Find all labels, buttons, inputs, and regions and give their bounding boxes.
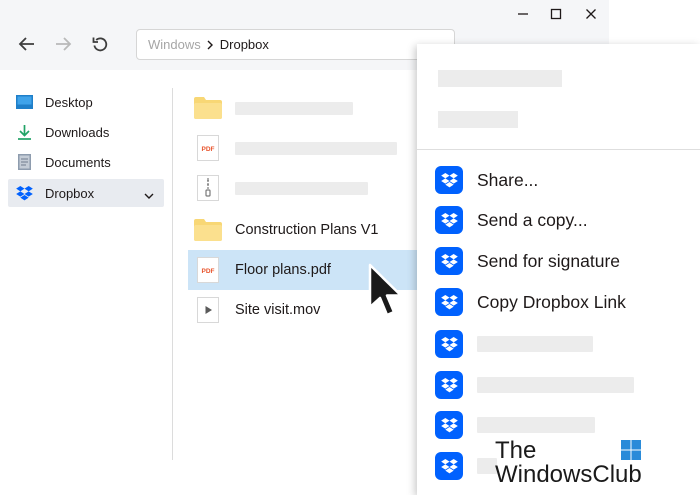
refresh-icon: [92, 37, 108, 52]
file-row-construction-plans[interactable]: Construction Plans V1: [188, 210, 417, 250]
forward-button[interactable]: [49, 30, 77, 58]
context-menu: Share... Send a copy... Send for signatu…: [417, 44, 700, 495]
maximize-icon: [550, 8, 562, 20]
menu-label-placeholder: [477, 458, 497, 474]
windows-logo-icon: [621, 440, 641, 460]
sidebar-item-label: Dropbox: [45, 185, 95, 201]
close-button[interactable]: [576, 3, 606, 25]
mouse-cursor-icon: [368, 263, 403, 317]
svg-text:PDF: PDF: [202, 268, 215, 275]
file-name: Site visit.mov: [235, 302, 321, 318]
download-icon: [16, 124, 33, 141]
address-bar[interactable]: Windows Dropbox: [136, 29, 455, 60]
watermark: The WindowsClub: [495, 437, 645, 489]
dropbox-icon: [16, 185, 33, 202]
breadcrumb-root[interactable]: Windows: [148, 37, 201, 52]
watermark-line2: WindowsClub: [495, 461, 642, 488]
file-name: Floor plans.pdf: [235, 262, 331, 278]
desktop-icon: [16, 94, 33, 111]
menu-label-placeholder: [477, 417, 595, 433]
navigation-sidebar: Desktop Downloads Documents Dropbox: [0, 70, 172, 495]
file-name-placeholder: [235, 141, 397, 155]
menu-item-send-for-signature[interactable]: Send for signature: [435, 246, 690, 276]
sidebar-item-label: Documents: [45, 154, 111, 170]
folder-icon: [194, 217, 222, 243]
arrow-right-icon: [56, 37, 72, 51]
svg-text:PDF: PDF: [202, 146, 215, 153]
breadcrumb-current[interactable]: Dropbox: [220, 37, 269, 52]
menu-label-placeholder: [477, 377, 634, 393]
dropbox-icon: [435, 452, 463, 480]
menu-item-share[interactable]: Share...: [435, 165, 690, 195]
close-icon: [586, 9, 596, 19]
dropbox-icon: [435, 371, 463, 399]
arrow-left-icon: [18, 37, 34, 51]
file-row-placeholder[interactable]: PDF: [188, 128, 417, 168]
refresh-button[interactable]: [86, 30, 114, 58]
minimize-button[interactable]: [508, 3, 538, 25]
menu-label-placeholder: [477, 336, 593, 352]
menu-item-label: Copy Dropbox Link: [477, 291, 626, 312]
pane-divider: [172, 88, 173, 460]
file-name-placeholder: [235, 101, 353, 115]
sidebar-item-downloads[interactable]: Downloads: [8, 118, 164, 146]
dropbox-icon: [435, 330, 463, 358]
menu-item-copy-dropbox-link[interactable]: Copy Dropbox Link: [435, 287, 690, 317]
pdf-icon: PDF: [194, 257, 222, 283]
sidebar-item-label: Downloads: [45, 124, 110, 140]
sidebar-item-dropbox[interactable]: Dropbox: [8, 179, 164, 207]
maximize-button[interactable]: [541, 3, 571, 25]
sidebar-item-label: Desktop: [45, 94, 93, 110]
menu-item-label: Send a copy...: [477, 209, 588, 230]
sidebar-item-documents[interactable]: Documents: [8, 148, 164, 176]
menu-separator: [417, 149, 700, 150]
folder-icon: [194, 95, 222, 121]
dropbox-icon: [435, 288, 463, 316]
dropbox-icon: [435, 411, 463, 439]
zip-icon: [194, 175, 222, 201]
menu-item-label: Send for signature: [477, 250, 621, 271]
back-button[interactable]: [13, 30, 41, 58]
menu-item-placeholder[interactable]: [435, 370, 690, 400]
file-row-placeholder[interactable]: [188, 88, 417, 128]
sidebar-item-desktop[interactable]: Desktop: [8, 88, 164, 116]
menu-item-placeholder[interactable]: [435, 410, 690, 440]
video-icon: [194, 297, 222, 323]
chevron-down-icon[interactable]: [144, 188, 154, 203]
menu-item-send-copy[interactable]: Send a copy...: [435, 205, 690, 235]
file-name-placeholder: [235, 181, 368, 195]
document-icon: [16, 154, 33, 171]
menu-placeholder: [438, 111, 518, 128]
watermark-line1: The: [495, 437, 537, 464]
chevron-right-icon: [206, 40, 214, 50]
pdf-icon: PDF: [194, 135, 222, 161]
dropbox-icon: [435, 247, 463, 275]
dropbox-icon: [435, 166, 463, 194]
file-name: Construction Plans V1: [235, 222, 379, 238]
dropbox-icon: [435, 206, 463, 234]
file-row-placeholder[interactable]: [188, 168, 417, 208]
minimize-icon: [518, 13, 528, 15]
menu-placeholder: [438, 70, 562, 87]
menu-item-label: Share...: [477, 169, 539, 190]
menu-item-placeholder[interactable]: [435, 329, 690, 359]
